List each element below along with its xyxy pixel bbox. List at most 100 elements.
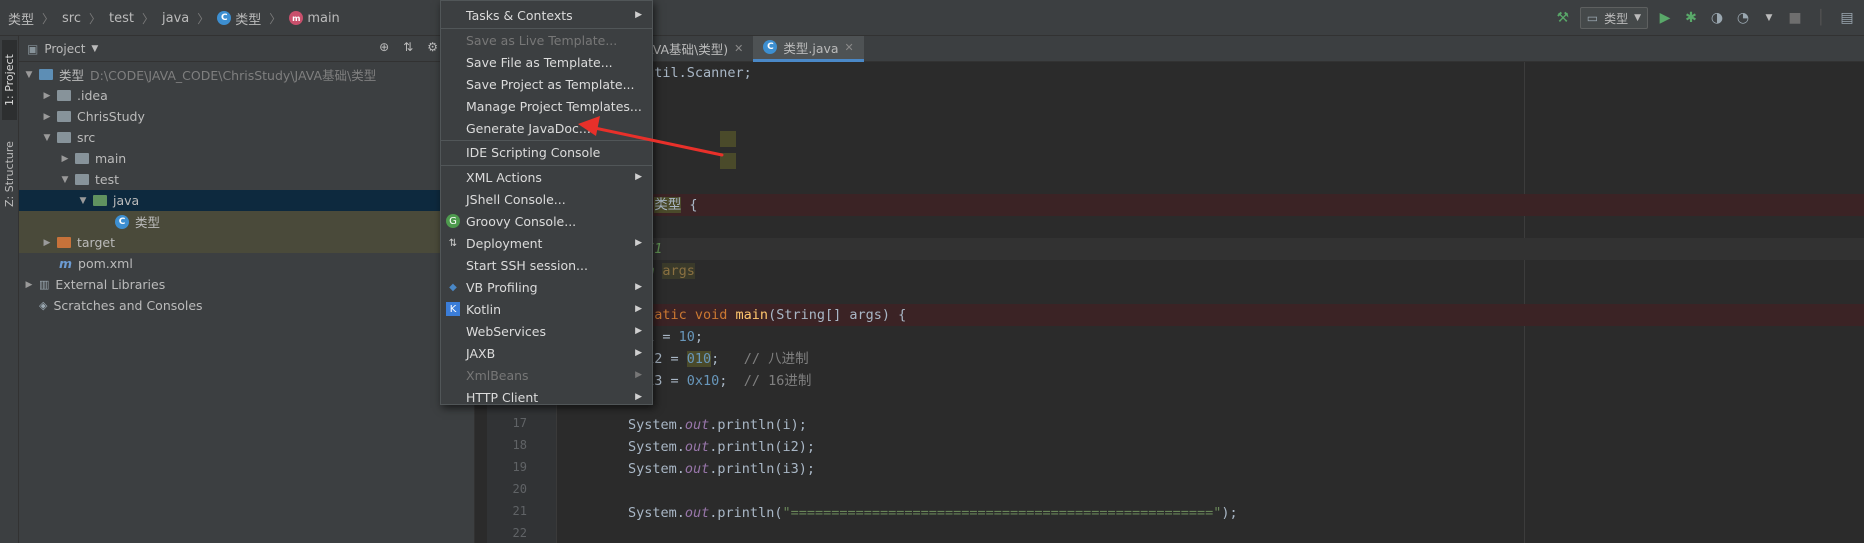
excluded-folder-icon — [57, 237, 71, 248]
chevron-down-icon: ▼ — [1634, 13, 1641, 23]
menu-item-generate-javadoc[interactable]: Generate JavaDoc... — [441, 117, 652, 139]
tree-item-scratches[interactable]: ◈ Scratches and Consoles — [19, 295, 474, 316]
expand-right-icon[interactable]: ▶ — [59, 154, 71, 164]
expand-down-icon[interactable]: ▼ — [59, 175, 71, 185]
menu-item-vb-profiling[interactable]: ◆ VB Profiling ▶ — [441, 276, 652, 298]
menu-item-jshell-console[interactable]: JShell Console... — [441, 188, 652, 210]
code-text: .println( — [709, 505, 783, 521]
breadcrumb-item-java[interactable]: java — [162, 11, 189, 26]
chevron-right-icon: 〉 — [89, 11, 102, 26]
menu-item-jaxb[interactable]: JAXB ▶ — [441, 342, 652, 364]
tree-item-main[interactable]: ▶ main — [19, 148, 474, 169]
tree-item-src[interactable]: ▼ src — [19, 127, 474, 148]
expand-down-icon[interactable]: ▼ — [77, 196, 89, 206]
expand-right-icon[interactable]: ▶ — [41, 112, 53, 122]
menu-item-http-client[interactable]: HTTP Client ▶ — [441, 386, 652, 408]
code-line: i2 = 010; // 八进制 — [558, 348, 1864, 370]
line-number: 18 — [512, 438, 527, 452]
line-number: 19 — [512, 460, 527, 474]
tab-class-java[interactable]: C 类型.java ✕ — [753, 35, 864, 62]
coverage-icon[interactable]: ◑ — [1708, 9, 1726, 27]
breadcrumb-item-test[interactable]: test — [109, 11, 134, 26]
stop-icon[interactable]: ■ — [1786, 9, 1804, 27]
submenu-arrow-icon: ▶ — [635, 172, 642, 182]
menu-item-kotlin[interactable]: K Kotlin ▶ — [441, 298, 652, 320]
expand-right-icon[interactable]: ▶ — [23, 280, 35, 290]
menu-item-groovy-console[interactable]: G Groovy Console... — [441, 210, 652, 232]
line-number: 20 — [512, 482, 527, 496]
code-number: 10 — [678, 329, 695, 345]
tree-item-label: java — [113, 193, 140, 208]
expand-down-icon[interactable]: ▼ — [41, 133, 53, 143]
menu-item-label: WebServices — [466, 323, 546, 339]
breadcrumb-label: test — [109, 10, 134, 26]
project-panel-title[interactable]: Project — [44, 42, 85, 56]
tree-item-label: src — [77, 130, 96, 145]
chevron-down-icon[interactable]: ▼ — [91, 44, 98, 54]
breadcrumb-label: 类型 — [8, 12, 35, 28]
code-text: ; — [719, 373, 744, 389]
menu-item-deployment[interactable]: ⇅ Deployment ▶ — [441, 232, 652, 254]
maven-icon: m — [59, 256, 73, 271]
tree-item-label: pom.xml — [78, 256, 133, 271]
expand-right-icon[interactable]: ▶ — [41, 238, 53, 248]
gear-icon[interactable]: ⚙ — [427, 40, 438, 54]
breadcrumb-label: src — [62, 10, 82, 26]
code-line-class-declaration: s 类型 { — [558, 194, 1864, 216]
code-editor[interactable]: .util.Scanner; s 类型 { I1 am args static … — [558, 62, 1864, 543]
menu-item-label: Save as Live Template... — [466, 32, 618, 48]
menu-item-xml-actions[interactable]: XML Actions ▶ — [441, 166, 652, 188]
tree-item-java[interactable]: ▼ java — [19, 190, 474, 211]
tree-item-project-root[interactable]: ▼ 类型 D:\CODE\JAVA_CODE\ChrisStudy\JAVA基础… — [19, 64, 474, 85]
code-line: .util.Scanner; — [558, 62, 1864, 84]
tab-project[interactable]: 1: Project — [2, 40, 17, 120]
tree-item-target[interactable]: ▶ target — [19, 232, 474, 253]
menu-item-ide-scripting-console[interactable]: IDE Scripting Console — [441, 141, 652, 163]
tree-item-class[interactable]: C 类型 — [19, 211, 474, 232]
chevron-right-icon: 〉 — [142, 11, 155, 26]
breadcrumb-item-method[interactable]: m main — [289, 11, 340, 26]
menu-item-webservices[interactable]: WebServices ▶ — [441, 320, 652, 342]
run-configuration-select[interactable]: ▭ 类型 ▼ — [1579, 7, 1648, 29]
tree-item-label: Scratches and Consoles — [53, 298, 203, 313]
tree-item-external-libraries[interactable]: ▶ ▥ External Libraries — [19, 274, 474, 295]
debug-icon[interactable]: ✱ — [1682, 9, 1700, 27]
tree-item-test[interactable]: ▼ test — [19, 169, 474, 190]
library-icon: ▥ — [39, 278, 50, 291]
tab-structure[interactable]: Z: Structure — [2, 128, 17, 220]
expand-right-icon[interactable]: ▶ — [41, 91, 53, 101]
submenu-arrow-icon: ▶ — [635, 392, 642, 402]
run-icon[interactable]: ▶ — [1656, 9, 1674, 27]
menu-item-tasks-contexts[interactable]: Tasks & Contexts ▶ — [441, 4, 652, 26]
expand-down-icon[interactable]: ▼ — [23, 70, 35, 80]
chevron-down-icon[interactable]: ▼ — [1760, 9, 1778, 27]
collapse-all-icon[interactable]: ⇅ — [403, 40, 413, 54]
code-text: { — [681, 197, 698, 213]
build-icon[interactable]: ▤ — [1838, 9, 1856, 27]
close-icon[interactable]: ✕ — [734, 42, 743, 55]
close-icon[interactable]: ✕ — [845, 41, 854, 54]
hammer-icon[interactable]: ⚒ — [1554, 9, 1572, 27]
profile-icon[interactable]: ◔ — [1734, 9, 1752, 27]
code-param: args — [662, 263, 695, 279]
code-field: out — [684, 417, 710, 433]
menu-item-start-ssh-session[interactable]: Start SSH session... — [441, 254, 652, 276]
menu-item-xmlbeans[interactable]: XmlBeans ▶ — [441, 364, 652, 386]
tree-item-chrisstudy[interactable]: ▶ ChrisStudy — [19, 106, 474, 127]
menu-item-save-project-template[interactable]: Save Project as Template... — [441, 73, 652, 95]
line-number: 22 — [512, 526, 527, 540]
module-folder-icon — [39, 69, 53, 80]
tree-item-pom[interactable]: m pom.xml — [19, 253, 474, 274]
code-number: 010 — [686, 351, 712, 367]
code-class-name: 类型 — [654, 197, 682, 213]
breadcrumb-item-src[interactable]: src — [62, 11, 81, 26]
menu-item-manage-project-templates[interactable]: Manage Project Templates... — [441, 95, 652, 117]
breadcrumb-item-project[interactable]: 类型 — [8, 9, 34, 28]
locate-icon[interactable]: ⊕ — [379, 40, 389, 54]
tree-item-idea[interactable]: ▶ .idea — [19, 85, 474, 106]
menu-item-save-file-template[interactable]: Save File as Template... — [441, 51, 652, 73]
line-number: 21 — [512, 504, 527, 518]
menu-item-label: XML Actions — [466, 169, 542, 185]
breadcrumb-item-class[interactable]: C 类型 — [217, 9, 261, 28]
menu-item-save-live-template[interactable]: Save as Live Template... — [441, 29, 652, 51]
